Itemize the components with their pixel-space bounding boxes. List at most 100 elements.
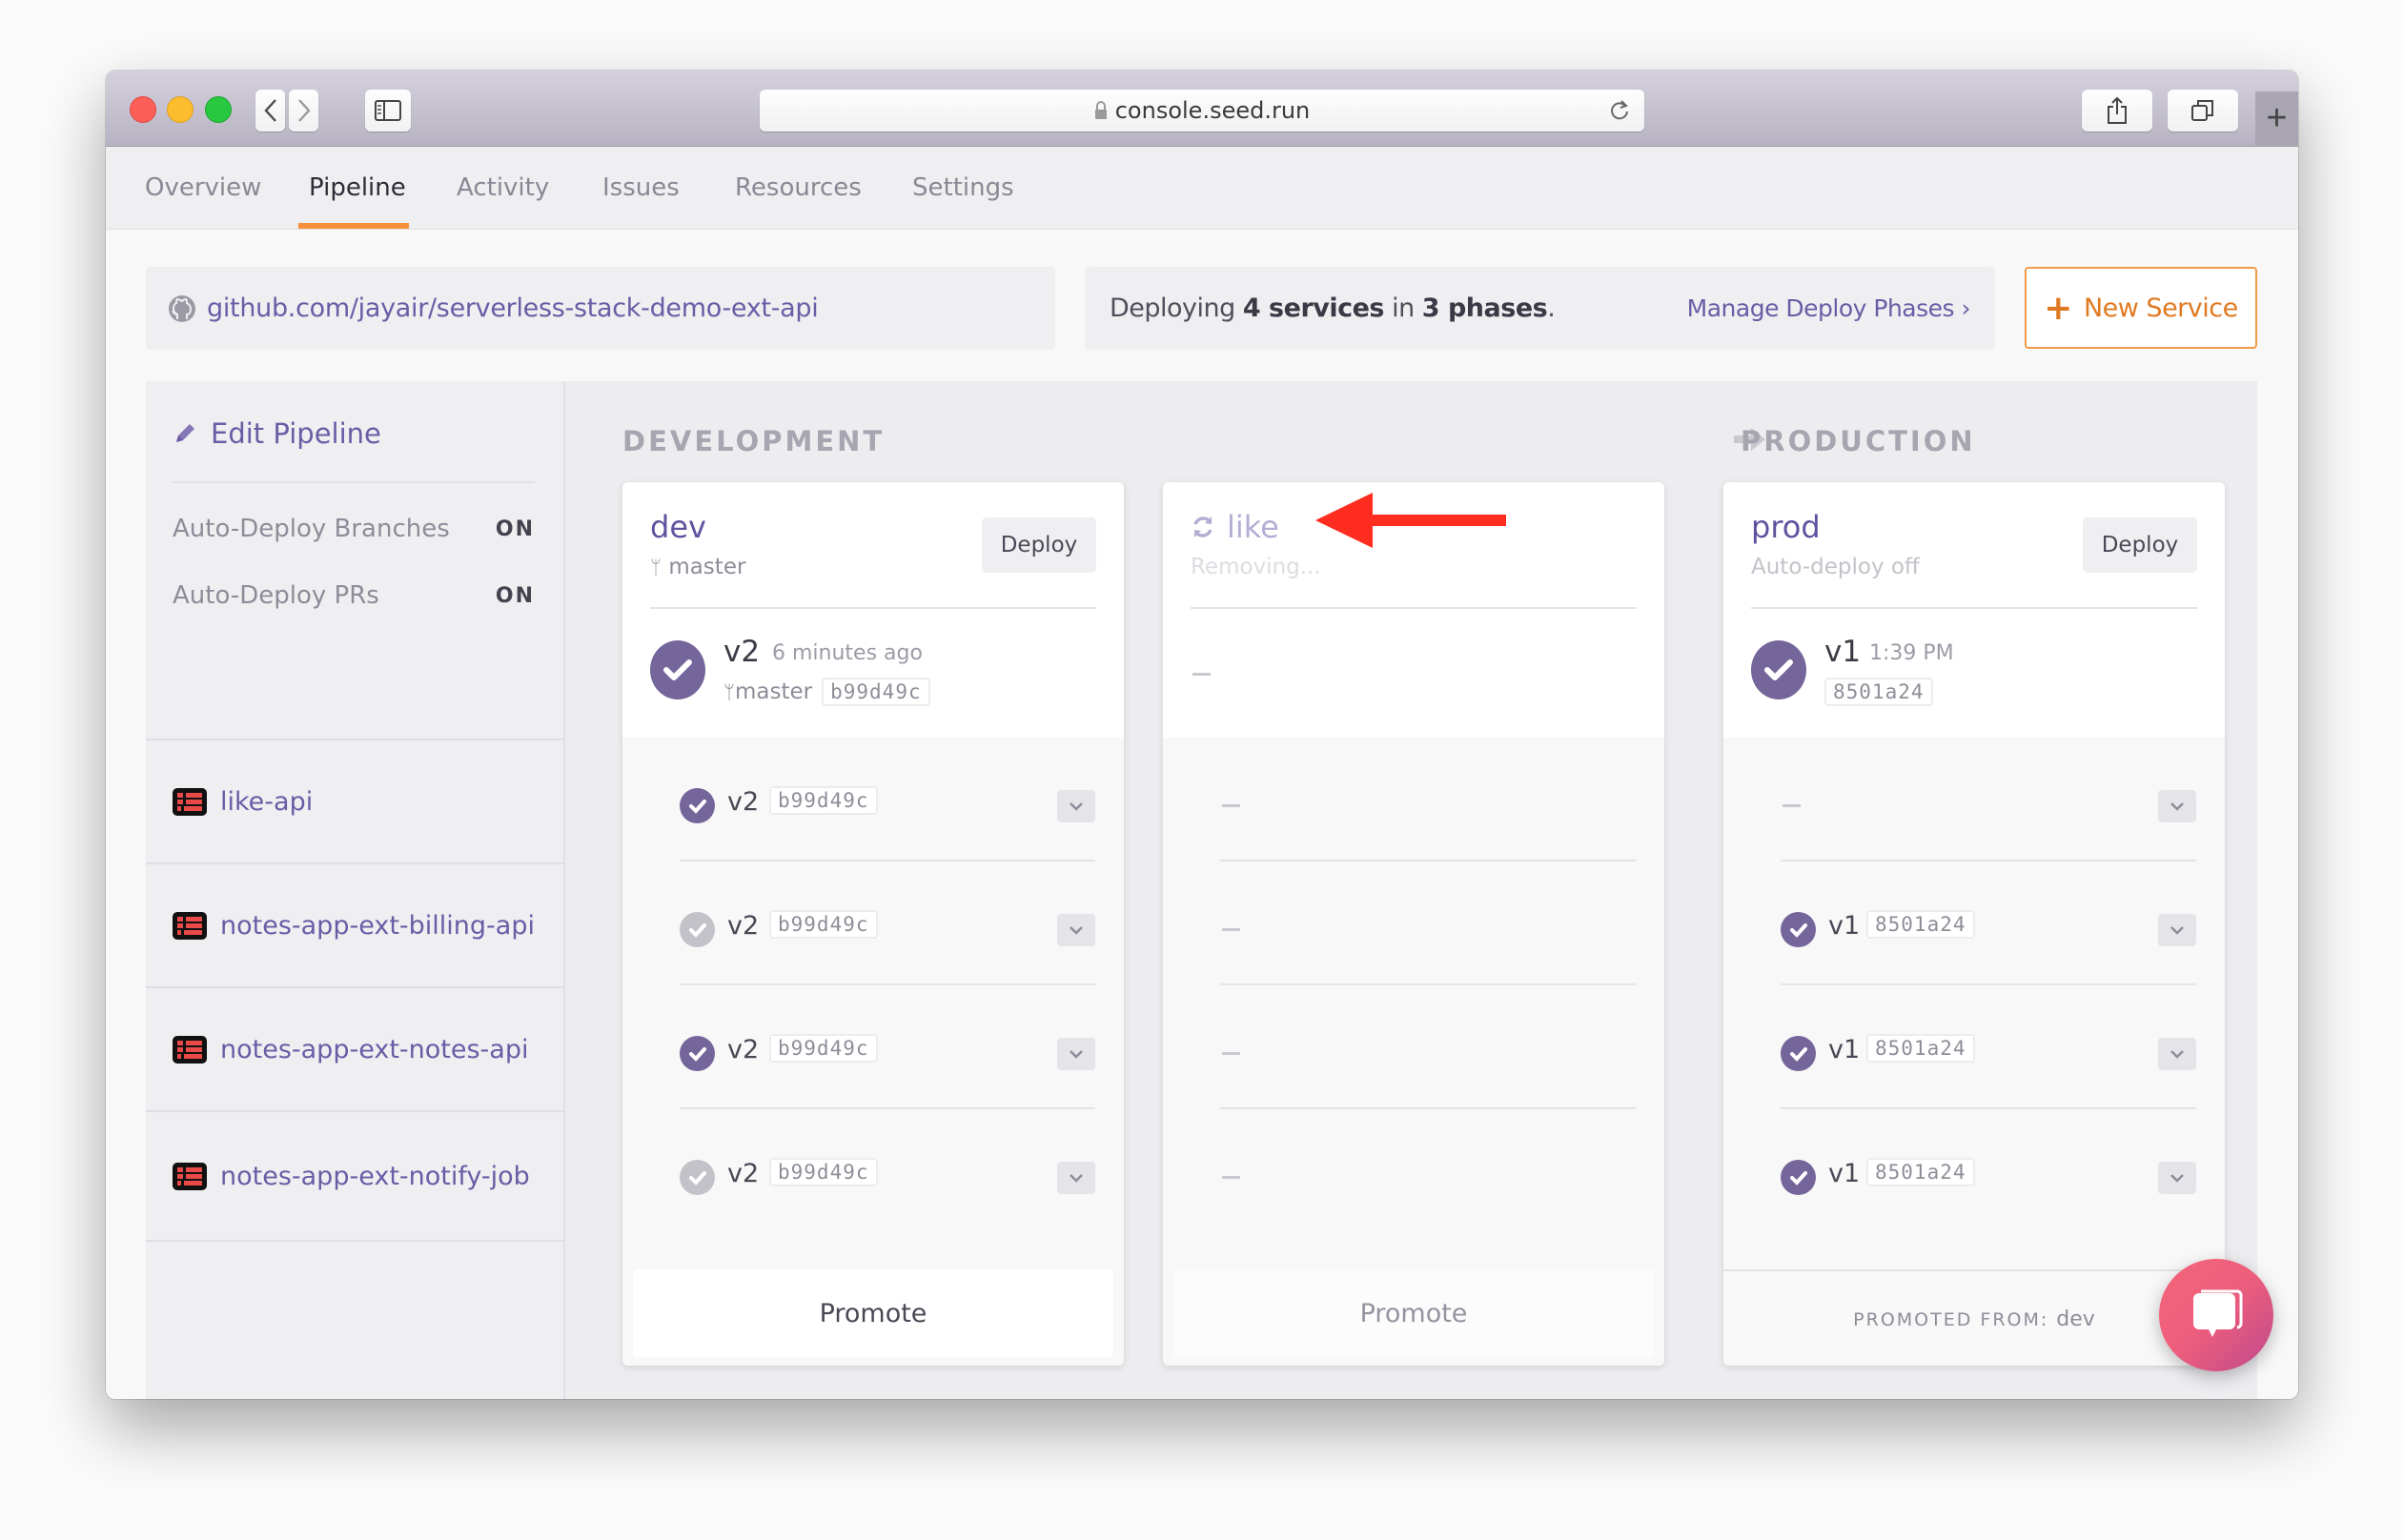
- expand-row-button[interactable]: [2158, 790, 2196, 822]
- build-version[interactable]: v2: [723, 635, 760, 669]
- row-commit-hash[interactable]: b99d49c: [769, 1158, 878, 1186]
- skipped-check-icon: [680, 1160, 715, 1195]
- build-version[interactable]: v1: [1824, 635, 1861, 669]
- row-version[interactable]: v2: [727, 1035, 759, 1064]
- sidebar-icon: [375, 100, 401, 121]
- deploy-button[interactable]: Deploy: [2083, 517, 2197, 573]
- active-tab-indicator: [298, 223, 409, 229]
- tab-overview[interactable]: Overview: [145, 147, 261, 229]
- expand-row-button[interactable]: [1057, 790, 1095, 822]
- empty-dash: [1222, 1176, 1240, 1179]
- stage-branch: ᛘ master: [650, 555, 745, 579]
- deploy-summary-phases: 3 phases: [1421, 294, 1548, 323]
- promote-button[interactable]: Promote: [633, 1269, 1113, 1357]
- expand-row-button[interactable]: [1057, 1038, 1095, 1070]
- deploy-button[interactable]: Deploy: [982, 517, 1096, 573]
- sidebar-toggle-button[interactable]: [365, 90, 411, 132]
- row-version[interactable]: v1: [1828, 911, 1860, 941]
- new-tab-button[interactable]: +: [2255, 91, 2298, 146]
- empty-dash: [1222, 804, 1240, 807]
- repo-link[interactable]: github.com/jayair/serverless-stack-demo-…: [146, 267, 1055, 350]
- card-divider: [1191, 607, 1637, 609]
- sidebar-service-billing-api[interactable]: notes-app-ext-billing-api: [146, 862, 563, 986]
- chevron-down-icon: [2170, 802, 2184, 811]
- tab-pipeline[interactable]: Pipeline: [309, 147, 406, 229]
- deploy-summary-prefix: Deploying: [1110, 294, 1243, 323]
- minimize-window-button[interactable]: [167, 96, 194, 123]
- row-version[interactable]: v2: [727, 1159, 759, 1188]
- share-button[interactable]: [2082, 90, 2152, 132]
- build-meta: ᛘ master b99d49c: [723, 678, 930, 706]
- row-commit-hash[interactable]: b99d49c: [769, 910, 878, 939]
- build-time: 6 minutes ago: [772, 641, 923, 665]
- sidebar-service-notify-job[interactable]: notes-app-ext-notify-job: [146, 1110, 563, 1242]
- tab-activity[interactable]: Activity: [457, 147, 549, 229]
- chat-widget-button[interactable]: [2159, 1259, 2273, 1371]
- expand-row-button[interactable]: [2158, 1038, 2196, 1070]
- new-service-button[interactable]: + New Service: [2025, 267, 2257, 349]
- tab-issues[interactable]: Issues: [602, 147, 680, 229]
- back-button[interactable]: [255, 90, 285, 132]
- close-window-button[interactable]: [130, 96, 156, 123]
- setting-label: Auto-Deploy Branches: [173, 515, 450, 543]
- service-row: [1163, 985, 1664, 1109]
- deploy-summary-middle: in: [1384, 294, 1422, 323]
- chevron-down-icon: [1070, 1050, 1083, 1059]
- stage-name: like: [1227, 509, 1279, 545]
- empty-dash: [1222, 1052, 1240, 1055]
- address-bar[interactable]: console.seed.run: [760, 90, 1644, 132]
- deploy-summary-suffix: .: [1547, 294, 1556, 323]
- setting-value: ON: [495, 517, 535, 541]
- service-row: v1 8501a24: [1723, 985, 2225, 1109]
- browser-toolbar: console.seed.run +: [106, 71, 2298, 147]
- zoom-window-button[interactable]: [205, 96, 232, 123]
- setting-auto-deploy-branches[interactable]: Auto-Deploy Branches ON: [173, 515, 535, 543]
- page-content: github.com/jayair/serverless-stack-demo-…: [106, 230, 2298, 1399]
- row-commit-hash[interactable]: 8501a24: [1866, 1158, 1975, 1186]
- manage-deploy-phases-link[interactable]: Manage Deploy Phases ›: [1687, 294, 1971, 322]
- forward-button[interactable]: [289, 90, 318, 132]
- expand-row-button[interactable]: [2158, 914, 2196, 946]
- empty-dash: [1783, 804, 1801, 807]
- commit-hash[interactable]: 8501a24: [1824, 678, 1933, 706]
- card-divider: [1751, 607, 2197, 609]
- tab-resources[interactable]: Resources: [735, 147, 862, 229]
- row-commit-hash[interactable]: b99d49c: [769, 1034, 878, 1063]
- stage-name-link[interactable]: prod: [1751, 509, 1821, 545]
- sidebar-service-like-api[interactable]: like-api: [146, 739, 563, 862]
- row-version[interactable]: v2: [727, 911, 759, 941]
- reload-icon[interactable]: [1608, 98, 1631, 123]
- row-version[interactable]: v2: [727, 787, 759, 817]
- expand-row-button[interactable]: [1057, 914, 1095, 946]
- success-check-icon: [680, 788, 715, 823]
- service-row: v1 8501a24: [1723, 861, 2225, 985]
- row-version[interactable]: v1: [1828, 1159, 1860, 1188]
- stage-name-link[interactable]: like: [1191, 509, 1279, 545]
- edit-pipeline-link[interactable]: Edit Pipeline: [173, 417, 381, 450]
- commit-hash[interactable]: b99d49c: [822, 678, 930, 706]
- stage-title-development: DEVELOPMENT: [622, 425, 886, 457]
- setting-auto-deploy-prs[interactable]: Auto-Deploy PRs ON: [173, 581, 535, 610]
- success-check-icon: [1781, 1160, 1816, 1195]
- expand-row-button[interactable]: [1057, 1162, 1095, 1194]
- chat-bubble-icon: [2193, 1289, 2243, 1337]
- deploy-phases-info: Deploying 4 services in 3 phases. Manage…: [1085, 267, 1995, 350]
- service-name: notes-app-ext-notify-job: [220, 1161, 530, 1191]
- build-branch: master: [735, 679, 813, 704]
- row-commit-hash[interactable]: 8501a24: [1866, 910, 1975, 939]
- expand-row-button[interactable]: [2158, 1162, 2196, 1194]
- service-row: v2 b99d49c: [622, 985, 1124, 1109]
- share-icon: [2108, 96, 2127, 124]
- plus-icon: +: [2266, 98, 2288, 138]
- lock-icon: [1094, 101, 1107, 119]
- app-tab-bar: Overview Pipeline Activity Issues Resour…: [106, 147, 2298, 230]
- row-commit-hash[interactable]: 8501a24: [1866, 1034, 1975, 1063]
- promote-button-disabled[interactable]: Promote: [1173, 1269, 1654, 1357]
- stage-name-link[interactable]: dev: [650, 509, 706, 545]
- tab-settings[interactable]: Settings: [912, 147, 1014, 229]
- service-name: notes-app-ext-notes-api: [220, 1034, 529, 1064]
- row-version[interactable]: v1: [1828, 1035, 1860, 1064]
- row-commit-hash[interactable]: b99d49c: [769, 786, 878, 815]
- tabs-overview-button[interactable]: [2168, 90, 2238, 132]
- sidebar-service-notes-api[interactable]: notes-app-ext-notes-api: [146, 986, 563, 1110]
